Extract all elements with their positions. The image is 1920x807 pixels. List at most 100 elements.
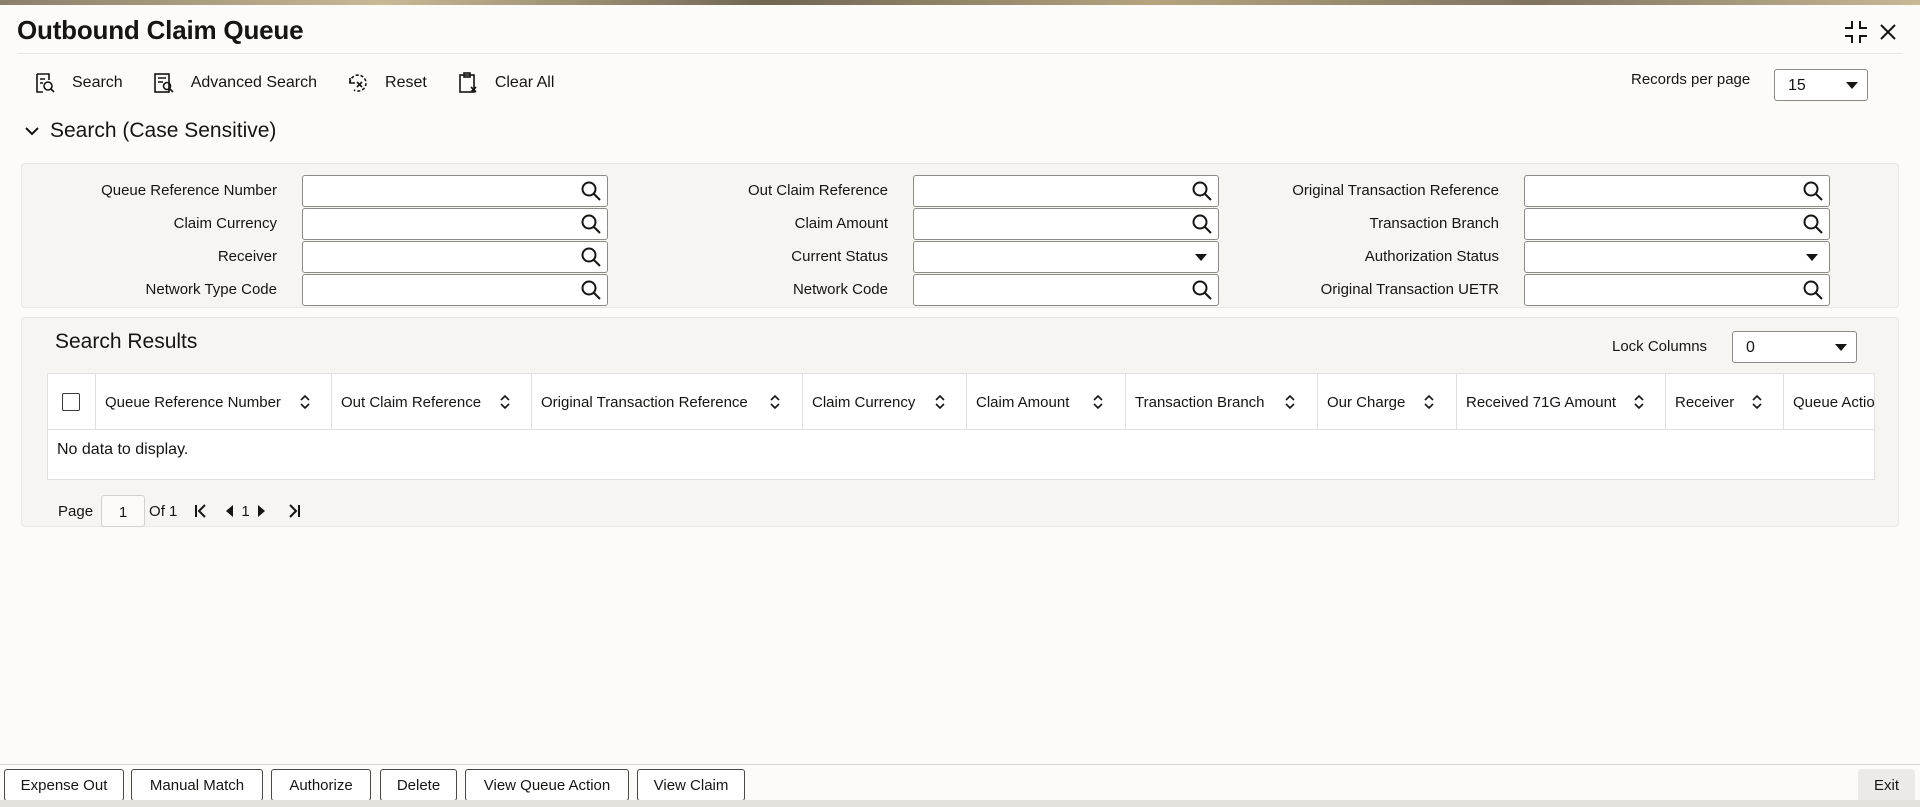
collapse-arrows-icon[interactable] [1841,17,1871,47]
chevron-down-icon [1806,254,1818,261]
pagination: Page 1 Of 1 1 [58,495,304,527]
search-button[interactable]: Search [32,67,123,99]
sort-icon [1752,394,1762,410]
lock-columns-label: Lock Columns [1612,338,1708,355]
reset-label: Reset [385,74,427,91]
expense-out-button[interactable]: Expense Out [4,769,124,801]
original-transaction-uetr-input[interactable] [1524,274,1830,306]
bottom-strip [0,800,1920,807]
page-number-input[interactable]: 1 [101,495,146,527]
advanced-search-label: Advanced Search [190,74,318,91]
view-queue-action-button[interactable]: View Queue Action [465,769,629,801]
search-list-icon [32,70,58,96]
sort-icon [1285,394,1295,410]
field-label: Original Transaction Reference [1292,182,1499,199]
clear-all-label: Clear All [494,74,555,91]
reset-button[interactable]: Reset [345,67,427,99]
sort-icon [500,394,510,410]
magnifier-icon[interactable] [1802,180,1824,202]
results-table: Queue Reference Number Out Claim Referen… [47,373,1875,480]
toolbar: Search Advanced Search Reset Clear All [32,67,582,99]
table-header-row: Queue Reference Number Out Claim Referen… [48,374,1875,430]
field-label: Authorization Status [1364,248,1499,265]
manual-match-button[interactable]: Manual Match [131,769,263,801]
records-per-page-select[interactable]: 15 [1774,69,1868,101]
records-per-page-value: 15 [1788,77,1806,94]
column-header-label: Claim Currency [812,393,916,411]
select-all-checkbox[interactable] [62,393,80,411]
lock-columns-value: 0 [1746,339,1755,356]
advanced-search-button[interactable]: Advanced Search [151,67,317,99]
field-label: Current Status [791,248,888,265]
current-page-number: 1 [241,502,250,520]
field-label: Original Transaction UETR [1320,281,1499,298]
original-transaction-reference-input[interactable] [1524,175,1830,207]
delete-button[interactable]: Delete [380,769,457,801]
receiver-input[interactable] [302,241,608,273]
lock-columns-select[interactable]: 0 [1732,331,1857,363]
field-label: Network Type Code [145,281,277,298]
field-label: Transaction Branch [1369,215,1499,232]
column-header-label: Receiver [1675,393,1735,411]
column-header-label: Out Claim Reference [341,393,482,411]
clear-all-icon [455,70,481,96]
clear-all-button[interactable]: Clear All [455,67,555,99]
page-label: Page [58,502,94,520]
chevron-down-icon [1835,344,1847,351]
field-label: Claim Amount [794,215,888,232]
column-header-queue-reference-number[interactable]: Queue Reference Number [96,374,332,430]
network-type-code-input[interactable] [302,274,608,306]
column-header-original-transaction-reference[interactable]: Original Transaction Reference [532,374,803,430]
column-header-receiver[interactable]: Receiver [1666,374,1784,430]
column-header-label: Our Charge [1327,393,1406,411]
transaction-branch-input[interactable] [1524,208,1830,240]
column-header-claim-amount[interactable]: Claim Amount [967,374,1126,430]
field-label: Network Code [792,281,888,298]
column-header-label: Received 71G Amount [1466,393,1617,411]
sort-icon [300,394,310,410]
empty-table-message: No data to display. [57,441,189,458]
search-button-label: Search [72,74,123,91]
column-header-queue-action[interactable]: Queue Actio [1784,374,1875,430]
column-header-received-71g-amount[interactable]: Received 71G Amount [1457,374,1666,430]
column-header-label: Original Transaction Reference [541,393,748,411]
column-header-out-claim-reference[interactable]: Out Claim Reference [332,374,532,430]
field-label: Out Claim Reference [747,182,888,199]
search-section-toggle[interactable]: Search (Case Sensitive) [22,119,276,143]
column-header-label: Queue Actio [1793,393,1875,411]
next-page-icon[interactable] [252,501,272,521]
claim-currency-input[interactable] [302,208,608,240]
reset-icon [345,70,371,96]
claim-queue-window: Outbound Claim Queue Search Advanced Sea… [0,5,1920,805]
search-results-title: Search Results [55,330,198,353]
queue-reference-number-input[interactable] [302,175,608,207]
magnifier-icon[interactable] [1802,279,1824,301]
authorization-status-select[interactable] [1524,241,1830,273]
search-criteria-panel: Queue Reference Number Out Claim Referen… [21,163,1899,308]
sort-icon [770,394,780,410]
exit-button[interactable]: Exit [1858,769,1915,801]
column-header-label: Queue Reference Number [105,393,281,411]
advanced-search-icon [151,70,177,96]
search-section-title: Search (Case Sensitive) [50,119,277,142]
first-page-icon[interactable] [191,501,211,521]
records-per-page-label: Records per page [1631,71,1751,88]
close-icon[interactable] [1873,17,1903,47]
magnifier-icon[interactable] [1802,213,1824,235]
sort-icon [1093,394,1103,410]
authorize-button[interactable]: Authorize [271,769,371,801]
chevron-down-icon [1846,82,1858,89]
page-of-label: Of 1 [149,502,178,520]
select-all-cell [48,374,96,430]
title-divider [17,53,1903,54]
chevron-down-icon [22,121,42,141]
previous-page-icon[interactable] [219,501,239,521]
last-page-icon[interactable] [284,501,304,521]
page-title: Outbound Claim Queue [17,15,304,45]
column-header-transaction-branch[interactable]: Transaction Branch [1126,374,1318,430]
sort-icon [1634,394,1644,410]
view-claim-button[interactable]: View Claim [637,769,745,801]
field-label: Queue Reference Number [101,182,277,199]
column-header-our-charge[interactable]: Our Charge [1318,374,1457,430]
column-header-claim-currency[interactable]: Claim Currency [803,374,967,430]
